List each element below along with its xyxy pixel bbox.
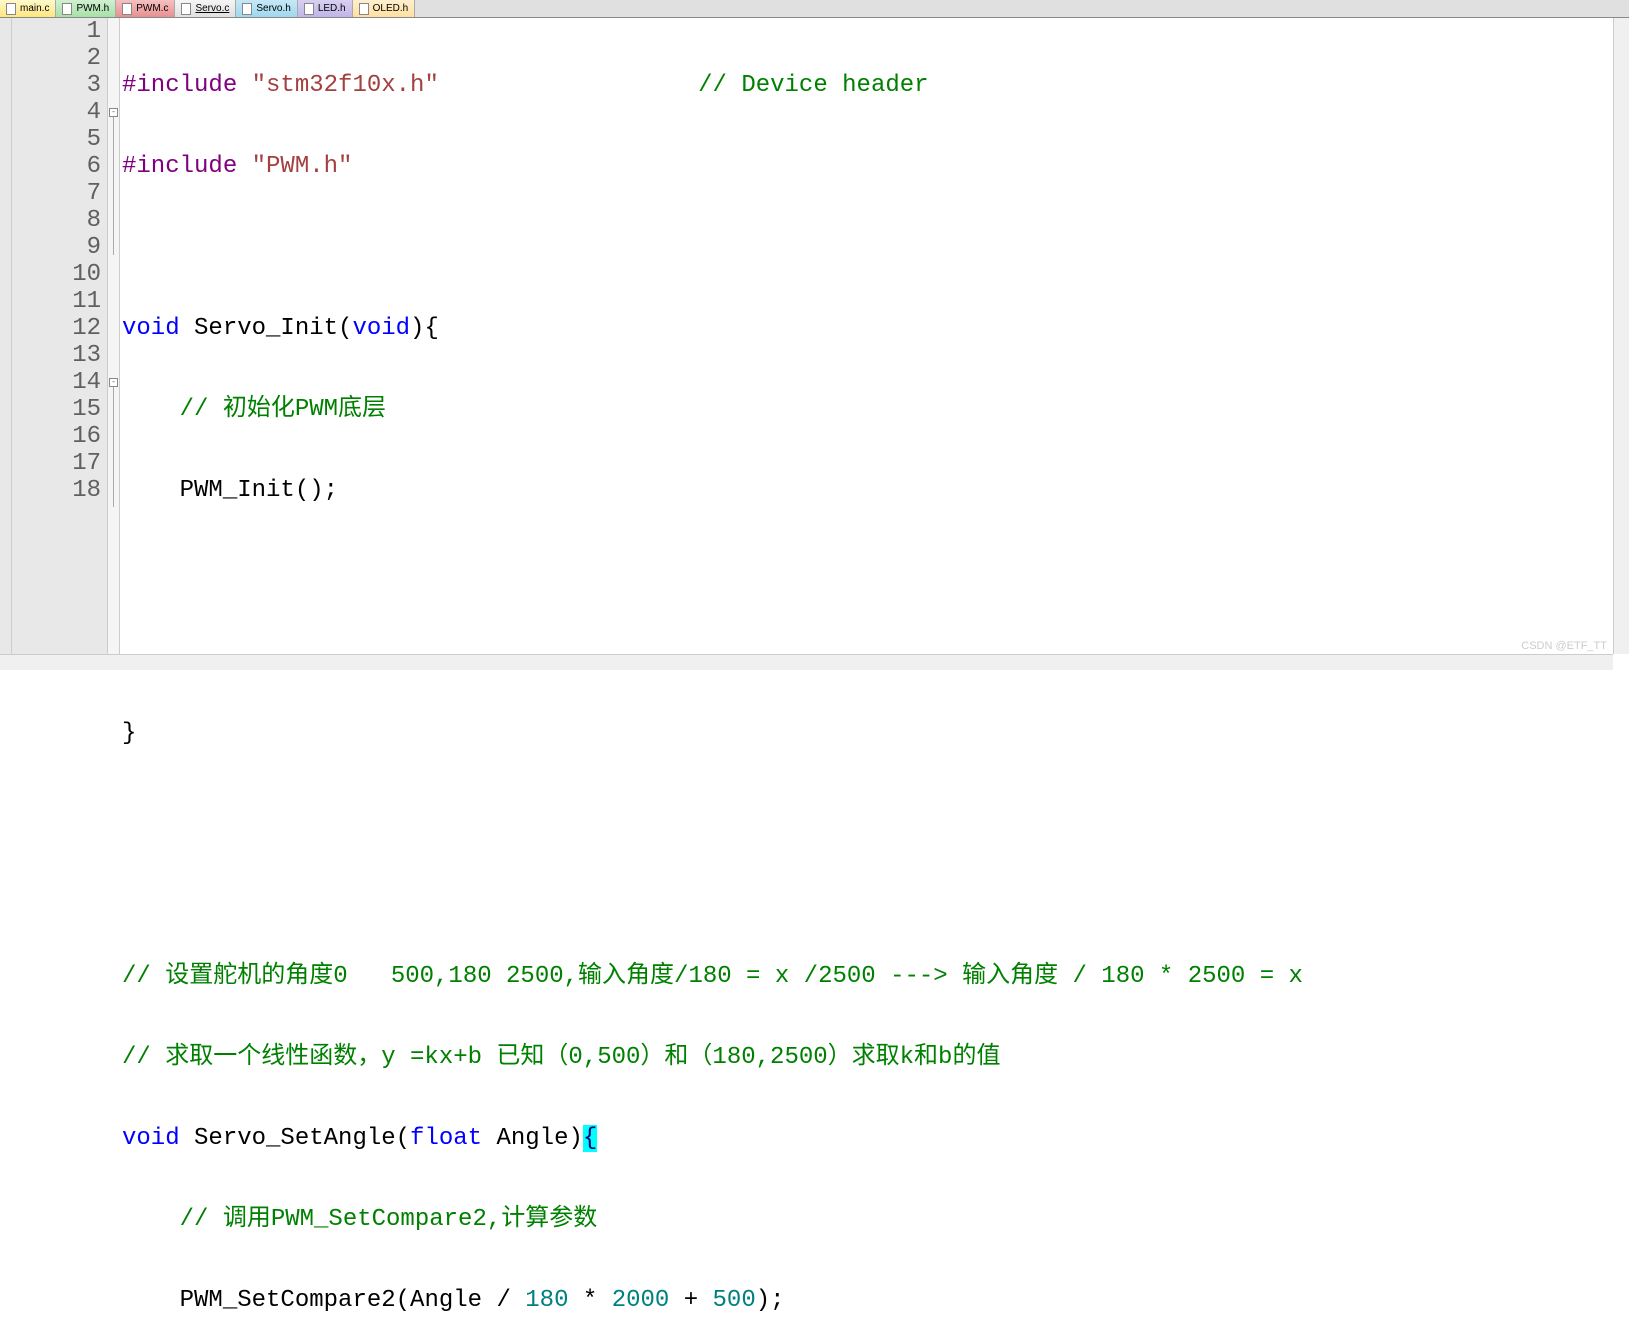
tab-servo-h[interactable]: Servo.h [236,0,297,17]
fold-line [113,387,114,507]
horizontal-scrollbar[interactable] [0,654,1613,670]
line-number: 7 [12,180,101,207]
tab-label: PWM.h [76,3,109,14]
code-line-10 [120,801,1629,828]
tab-led-h[interactable]: LED.h [298,0,353,17]
code-line-3 [120,234,1629,261]
line-number: 15 [12,396,101,423]
line-number: 3 [12,72,101,99]
code-line-12: // 设置舵机的角度0 500,180 2500,输入角度/180 = x /2… [120,963,1629,990]
tab-pwm-c[interactable]: PWM.c [116,0,175,17]
vertical-scrollbar[interactable] [1613,18,1629,654]
code-line-5: // 初始化PWM底层 [120,396,1629,423]
fold-toggle[interactable]: - [109,378,118,387]
line-number: 17 [12,450,101,477]
code-line-4: void Servo_Init(void){ [120,315,1629,342]
code-line-9: } [120,720,1629,747]
fold-margin: - - [108,18,120,670]
tab-bar: main.c PWM.h PWM.c Servo.c Servo.h LED.h… [0,0,1629,18]
code-line-7 [120,558,1629,585]
line-number: 18 [12,477,101,504]
code-line-6: PWM_Init(); [120,477,1629,504]
tab-main-c[interactable]: main.c [0,0,56,17]
code-line-14: void Servo_SetAngle(float Angle){ [120,1125,1629,1152]
fold-toggle[interactable]: - [109,108,118,117]
file-icon [181,3,191,15]
margin-area [0,18,12,670]
line-number: 13 [12,342,101,369]
tab-pwm-h[interactable]: PWM.h [56,0,116,17]
tab-label: OLED.h [373,3,409,14]
line-number: 1 [12,18,101,45]
line-number: 2 [12,45,101,72]
tab-servo-c[interactable]: Servo.c [175,0,236,17]
fold-line [113,117,114,255]
code-line-1: #include "stm32f10x.h" // Device header [120,72,1629,99]
watermark: CSDN @ETF_TT [1521,640,1607,652]
file-icon [62,3,72,15]
file-icon [6,3,16,15]
code-line-2: #include "PWM.h" [120,153,1629,180]
file-icon [122,3,132,15]
tab-label: Servo.h [256,3,290,14]
file-icon [304,3,314,15]
tab-label: Servo.c [195,3,229,14]
line-number: 8 [12,207,101,234]
tab-label: main.c [20,3,49,14]
line-number: 10 [12,261,101,288]
code-line-16: PWM_SetCompare2(Angle / 180 * 2000 + 500… [120,1287,1629,1314]
tab-label: LED.h [318,3,346,14]
line-number: 12 [12,315,101,342]
line-number: 4 [12,99,101,126]
line-number: 6 [12,153,101,180]
line-number: 14 [12,369,101,396]
file-icon [359,3,369,15]
code-line-15: // 调用PWM_SetCompare2,计算参数 [120,1206,1629,1233]
editor-area: 1 2 3 4 5 6 7 8 9 10 11 12 13 14 15 16 1… [0,18,1629,670]
tab-oled-h[interactable]: OLED.h [353,0,416,17]
line-number-gutter: 1 2 3 4 5 6 7 8 9 10 11 12 13 14 15 16 1… [12,18,108,670]
code-area[interactable]: #include "stm32f10x.h" // Device header … [120,18,1629,670]
code-line-11 [120,882,1629,909]
line-number: 16 [12,423,101,450]
line-number: 9 [12,234,101,261]
line-number: 11 [12,288,101,315]
tab-label: PWM.c [136,3,168,14]
code-line-13: // 求取一个线性函数，y =kx+b 已知（0,500）和（180,2500）… [120,1044,1629,1071]
file-icon [242,3,252,15]
line-number: 5 [12,126,101,153]
